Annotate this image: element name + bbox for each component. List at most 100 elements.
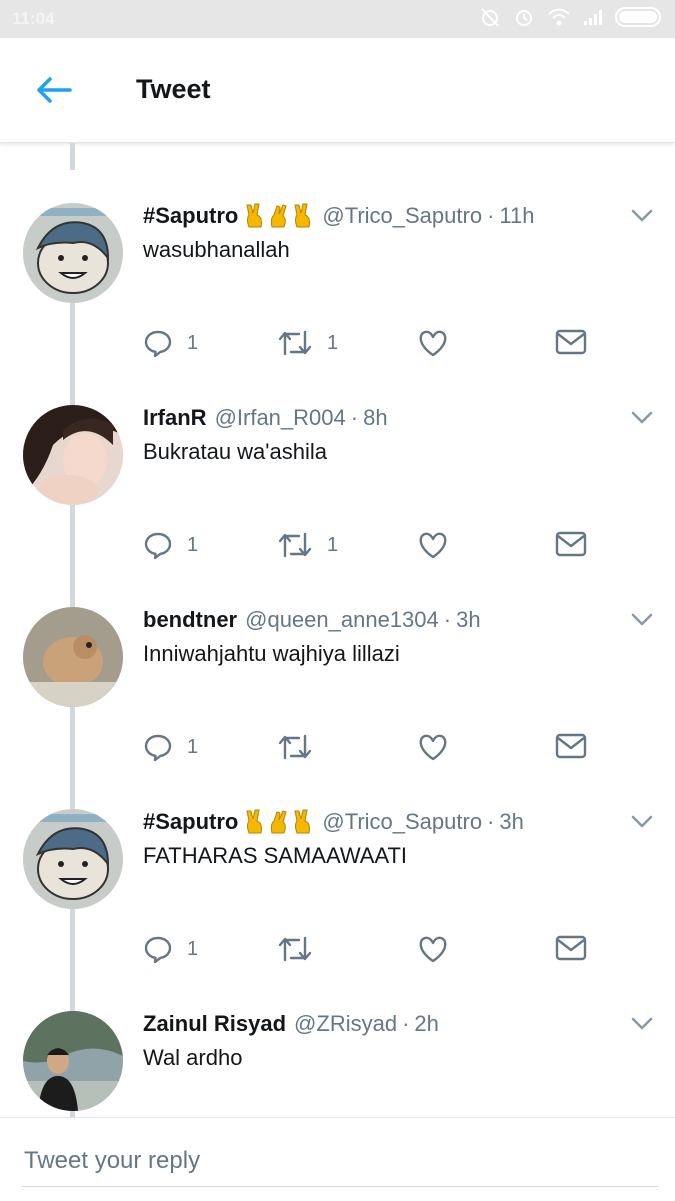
signal-icon: [584, 10, 602, 25]
like-button[interactable]: [417, 732, 463, 762]
heart-icon: [419, 532, 447, 559]
reply-icon: [144, 936, 172, 964]
heart-icon: [419, 936, 447, 963]
tweet-header: bendtner @queen_anne1304 · 3h: [143, 607, 481, 633]
avatar[interactable]: [23, 203, 123, 303]
tweet-actions: 1: [143, 732, 603, 766]
tweet-text: Inniwahjahtu wajhiya lillazi: [143, 641, 400, 666]
tweet-time: 2h: [414, 1011, 439, 1036]
name-emoji: [244, 809, 314, 835]
tweet[interactable]: bendtner @queen_anne1304 · 3h Inniwahjah…: [0, 574, 675, 809]
display-name[interactable]: #Saputro: [143, 203, 238, 229]
retweet-icon: [278, 734, 312, 760]
avatar[interactable]: [23, 1011, 123, 1111]
victory-hand-icon: [246, 809, 263, 834]
victory-hand-icon: [246, 203, 263, 228]
page-title: Tweet: [136, 74, 211, 104]
mail-icon: [555, 531, 587, 557]
reply-button[interactable]: 1: [143, 732, 198, 762]
display-name[interactable]: #Saputro: [143, 809, 238, 835]
mail-icon: [555, 329, 587, 355]
tweet-time: 11h: [499, 203, 535, 228]
heart-icon: [419, 330, 447, 357]
tweet-header: #Saputro @Trico_Saputro · 11h: [143, 203, 534, 229]
tweet-time: 8h: [363, 405, 388, 430]
user-handle[interactable]: @ZRisyad: [294, 1011, 397, 1037]
status-icons: [479, 6, 665, 28]
chevron-down-icon[interactable]: [631, 612, 653, 628]
retweet-button[interactable]: 1: [277, 328, 338, 358]
reply-button[interactable]: 1: [143, 530, 198, 560]
tweet-text: Bukratau wa'ashila: [143, 439, 327, 464]
name-emoji: [244, 203, 314, 229]
alarm-icon: [516, 10, 532, 26]
reply-list[interactable]: #Saputro @Trico_Saputro · 11h wasubhanal…: [0, 143, 675, 1117]
share-button[interactable]: [555, 530, 587, 558]
reply-count: 1: [187, 735, 199, 758]
status-bar: 11:04: [0, 0, 675, 38]
victory-hand-icon: [294, 203, 311, 228]
heart-icon: [419, 734, 447, 761]
retweet-button[interactable]: 1: [277, 530, 338, 560]
tweet-header: #Saputro @Trico_Saputro · 3h: [143, 809, 524, 835]
chevron-down-icon[interactable]: [631, 208, 653, 224]
reply-count: 1: [187, 331, 199, 354]
tweet-header: Zainul Risyad @ZRisyad · 2h: [143, 1011, 439, 1037]
tweet[interactable]: Zainul Risyad @ZRisyad · 2h Wal ardho: [0, 978, 675, 1117]
tweet[interactable]: #Saputro @Trico_Saputro · 3h FATHARAS SA…: [0, 776, 675, 1011]
tweet-time: 3h: [499, 809, 524, 834]
chevron-down-icon[interactable]: [631, 410, 653, 426]
tweet-text: Wal ardho: [143, 1045, 243, 1070]
chevron-down-icon[interactable]: [631, 814, 653, 830]
like-button[interactable]: [417, 934, 463, 964]
tweet[interactable]: #Saputro @Trico_Saputro · 11h wasubhanal…: [0, 170, 675, 405]
status-time: 11:04: [12, 9, 55, 28]
retweet-icon: [278, 330, 312, 356]
app-header: Tweet: [0, 38, 675, 143]
retweet-icon: [278, 532, 312, 558]
share-button[interactable]: [555, 732, 587, 760]
display-name[interactable]: IrfanR: [143, 405, 207, 431]
reply-icon: [144, 734, 172, 762]
tweet[interactable]: IrfanR @Irfan_R004 · 8h Bukratau wa'ashi…: [0, 372, 675, 607]
display-name[interactable]: bendtner: [143, 607, 237, 633]
share-button[interactable]: [555, 328, 587, 356]
avatar[interactable]: [23, 809, 123, 909]
avatar[interactable]: [23, 607, 123, 707]
retweet-count: 1: [327, 533, 339, 556]
chevron-down-icon[interactable]: [631, 1016, 653, 1032]
mail-icon: [555, 935, 587, 961]
retweet-button[interactable]: [277, 934, 327, 964]
reply-count: 1: [187, 937, 199, 960]
reply-icon: [144, 330, 172, 358]
retweet-icon: [278, 936, 312, 962]
crossed-fingers-icon: [271, 204, 287, 228]
tweet-time: 3h: [456, 607, 481, 632]
battery-icon: [615, 7, 661, 27]
display-name[interactable]: Zainul Risyad: [143, 1011, 286, 1037]
reply-count: 1: [187, 533, 199, 556]
back-arrow-icon[interactable]: [34, 74, 74, 106]
retweet-button[interactable]: [277, 732, 327, 762]
tweet-text: wasubhanallah: [143, 237, 290, 262]
retweet-count: 1: [327, 331, 339, 354]
share-button[interactable]: [555, 934, 587, 962]
reply-button[interactable]: 1: [143, 934, 198, 964]
separator: ·: [443, 607, 452, 632]
avatar[interactable]: [23, 405, 123, 505]
user-handle[interactable]: @Trico_Saputro: [322, 203, 482, 229]
reply-input[interactable]: [22, 1136, 658, 1187]
tweet-actions: 1 1: [143, 328, 603, 362]
user-handle[interactable]: @Irfan_R004: [215, 405, 346, 431]
user-handle[interactable]: @queen_anne1304: [245, 607, 439, 633]
tweet-header: IrfanR @Irfan_R004 · 8h: [143, 405, 388, 431]
reply-button[interactable]: 1: [143, 328, 198, 358]
like-button[interactable]: [417, 328, 463, 358]
victory-hand-icon: [294, 809, 311, 834]
tweet-actions: 1: [143, 934, 603, 968]
wifi-icon: [548, 8, 570, 26]
like-button[interactable]: [417, 530, 463, 560]
user-handle[interactable]: @Trico_Saputro: [322, 809, 482, 835]
crossed-fingers-icon: [271, 810, 287, 834]
tweet-text: FATHARAS SAMAAWAATI: [143, 843, 408, 868]
